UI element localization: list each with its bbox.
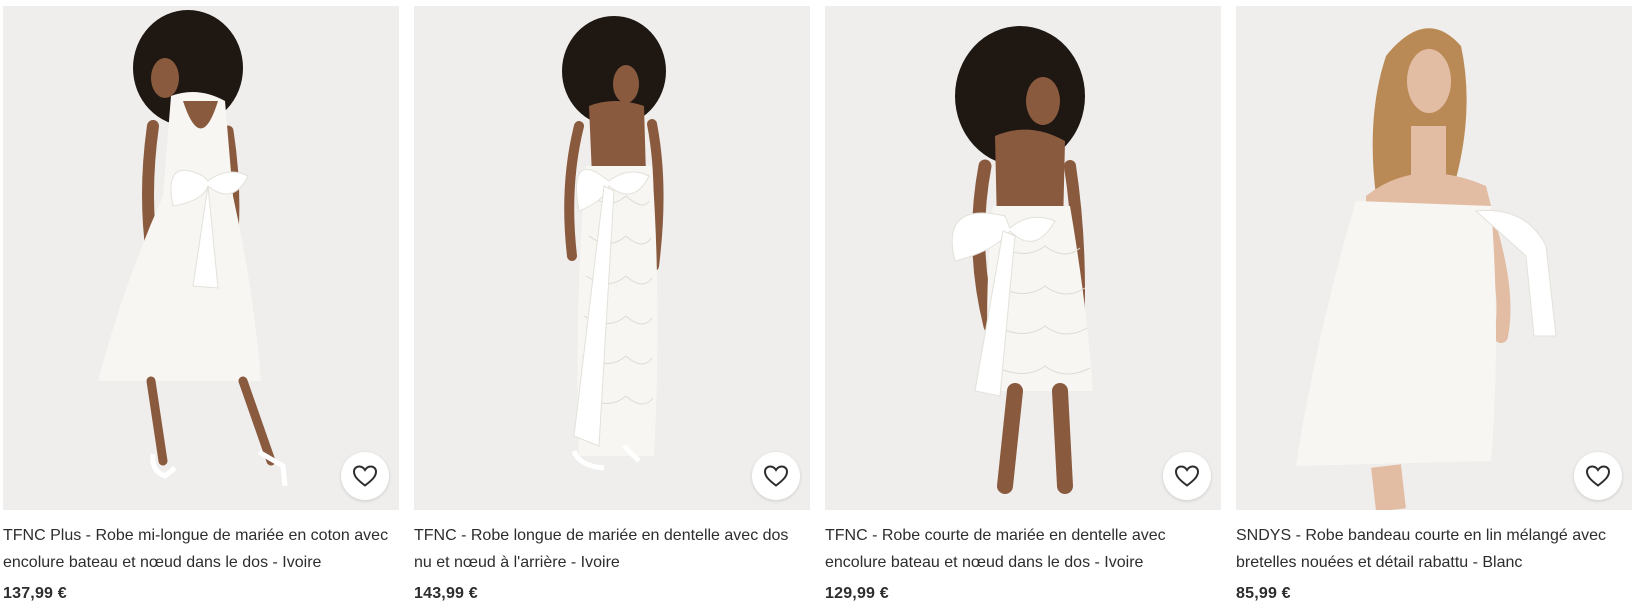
product-image-container[interactable] — [825, 6, 1221, 510]
product-title[interactable]: SNDYS - Robe bandeau courte en lin mélan… — [1236, 522, 1632, 576]
product-image-container[interactable] — [1236, 6, 1632, 510]
product-image-container[interactable] — [3, 6, 399, 510]
product-price: 137,99 € — [3, 585, 67, 602]
product-image[interactable] — [3, 6, 399, 510]
favorite-button[interactable] — [1163, 452, 1211, 500]
product-card[interactable]: SNDYS - Robe bandeau courte en lin mélan… — [1236, 6, 1632, 603]
favorite-button[interactable] — [752, 452, 800, 500]
product-card[interactable]: TFNC Plus - Robe mi-longue de mariée en … — [3, 6, 399, 603]
favorite-button[interactable] — [341, 452, 389, 500]
product-title[interactable]: TFNC - Robe longue de mariée en dentelle… — [414, 522, 810, 576]
product-card[interactable]: TFNC - Robe longue de mariée en dentelle… — [414, 6, 810, 603]
product-image[interactable] — [1236, 6, 1632, 510]
product-price: 129,99 € — [825, 585, 889, 602]
product-grid: TFNC Plus - Robe mi-longue de mariée en … — [3, 6, 1632, 603]
favorite-button[interactable] — [1574, 452, 1622, 500]
product-card[interactable]: TFNC - Robe courte de mariée en dentelle… — [825, 6, 1221, 603]
product-image[interactable] — [414, 6, 810, 510]
product-price: 85,99 € — [1236, 585, 1291, 602]
product-image[interactable] — [825, 6, 1221, 510]
product-title[interactable]: TFNC Plus - Robe mi-longue de mariée en … — [3, 522, 399, 576]
heart-icon — [763, 465, 789, 487]
heart-icon — [1174, 465, 1200, 487]
heart-icon — [1585, 465, 1611, 487]
product-image-container[interactable] — [414, 6, 810, 510]
product-title[interactable]: TFNC - Robe courte de mariée en dentelle… — [825, 522, 1221, 576]
heart-icon — [352, 465, 378, 487]
product-price: 143,99 € — [414, 585, 478, 602]
